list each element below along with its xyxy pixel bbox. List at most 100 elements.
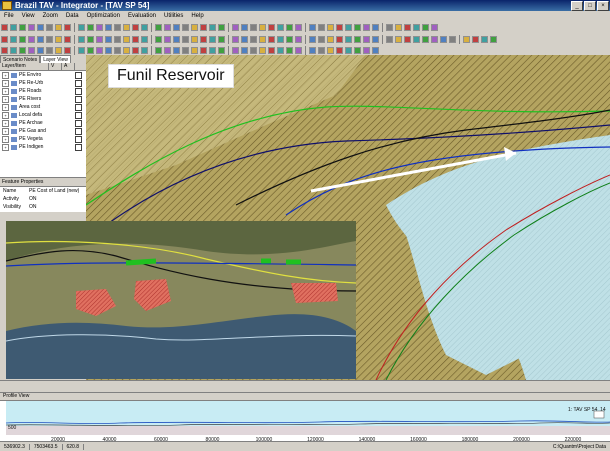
toolbar-button-icon[interactable]	[295, 23, 302, 31]
toolbar-button-icon[interactable]	[354, 46, 361, 54]
toolbar-button-icon[interactable]	[336, 23, 343, 31]
visible-checkbox[interactable]	[75, 79, 82, 87]
visible-checkbox[interactable]	[75, 143, 82, 151]
toolbar-button-icon[interactable]	[241, 23, 248, 31]
toolbar-button-icon[interactable]	[259, 35, 266, 43]
toolbar-button-icon[interactable]	[422, 23, 429, 31]
toolbar-button-icon[interactable]	[182, 23, 189, 31]
toolbar-button-icon[interactable]	[413, 23, 420, 31]
toolbar-button-icon[interactable]	[19, 46, 26, 54]
toolbar-button-icon[interactable]	[105, 35, 112, 43]
layer-row[interactable]: + PE Gas and	[0, 127, 86, 135]
toolbar-button-icon[interactable]	[404, 35, 411, 43]
toolbar-button-icon[interactable]	[10, 35, 17, 43]
toolbar-button-icon[interactable]	[191, 23, 198, 31]
toolbar-button-icon[interactable]	[209, 23, 216, 31]
toolbar-button-icon[interactable]	[46, 35, 53, 43]
layer-row[interactable]: + PE Archae	[0, 119, 86, 127]
tab-scenario-notes[interactable]: Scenario Notes	[0, 55, 41, 63]
tab-layer-view[interactable]: Layer View	[40, 55, 71, 63]
toolbar-button-icon[interactable]	[132, 46, 139, 54]
toolbar-button-icon[interactable]	[123, 23, 130, 31]
toolbar-button-icon[interactable]	[19, 35, 26, 43]
toolbar-button-icon[interactable]	[55, 46, 62, 54]
layer-row[interactable]: + PE Indigen	[0, 143, 86, 151]
toolbar-button-icon[interactable]	[345, 46, 352, 54]
toolbar-button-icon[interactable]	[354, 23, 361, 31]
layer-row[interactable]: + PE Rivers	[0, 95, 86, 103]
toolbar-button-icon[interactable]	[481, 35, 488, 43]
toolbar-button-icon[interactable]	[28, 46, 35, 54]
expand-icon[interactable]: +	[2, 71, 9, 79]
toolbar-button-icon[interactable]	[141, 46, 148, 54]
menu-zoom[interactable]: Zoom	[39, 13, 62, 19]
toolbar-button-icon[interactable]	[46, 46, 53, 54]
toolbar-button-icon[interactable]	[354, 35, 361, 43]
toolbar-button-icon[interactable]	[1, 46, 8, 54]
toolbar-button-icon[interactable]	[336, 46, 343, 54]
expand-icon[interactable]: +	[2, 79, 9, 87]
visible-checkbox[interactable]	[75, 87, 82, 95]
toolbar-button-icon[interactable]	[345, 35, 352, 43]
toolbar-button-icon[interactable]	[241, 46, 248, 54]
toolbar-button-icon[interactable]	[218, 35, 225, 43]
toolbar-button-icon[interactable]	[55, 23, 62, 31]
toolbar-button-icon[interactable]	[395, 23, 402, 31]
layer-row[interactable]: + Local defa	[0, 111, 86, 119]
menu-utilities[interactable]: Utilities	[160, 13, 187, 19]
toolbar-button-icon[interactable]	[345, 23, 352, 31]
toolbar-button-icon[interactable]	[363, 46, 370, 54]
toolbar-button-icon[interactable]	[164, 46, 171, 54]
toolbar-button-icon[interactable]	[241, 35, 248, 43]
toolbar-button-icon[interactable]	[431, 35, 438, 43]
expand-icon[interactable]: +	[2, 95, 9, 103]
toolbar-button-icon[interactable]	[232, 46, 239, 54]
col-active[interactable]: A	[62, 63, 75, 70]
layer-row[interactable]: + PE Vegeta	[0, 135, 86, 143]
toolbar-button-icon[interactable]	[309, 35, 316, 43]
toolbar-button-icon[interactable]	[78, 46, 85, 54]
menu-help[interactable]: Help	[187, 13, 207, 19]
toolbar-button-icon[interactable]	[295, 35, 302, 43]
toolbar-button-icon[interactable]	[327, 35, 334, 43]
toolbar-button-icon[interactable]	[164, 23, 171, 31]
toolbar-button-icon[interactable]	[173, 46, 180, 54]
expand-icon[interactable]: +	[2, 127, 9, 135]
toolbar-button-icon[interactable]	[200, 46, 207, 54]
toolbar-button-icon[interactable]	[386, 35, 393, 43]
toolbar-button-icon[interactable]	[232, 35, 239, 43]
toolbar-button-icon[interactable]	[96, 23, 103, 31]
layer-row[interactable]: + Area cost	[0, 103, 86, 111]
toolbar-button-icon[interactable]	[114, 46, 121, 54]
toolbar-button-icon[interactable]	[105, 23, 112, 31]
toolbar-button-icon[interactable]	[123, 46, 130, 54]
expand-icon[interactable]: +	[2, 143, 9, 151]
toolbar-button-icon[interactable]	[1, 35, 8, 43]
toolbar-button-icon[interactable]	[449, 35, 456, 43]
toolbar-button-icon[interactable]	[286, 35, 293, 43]
menu-view[interactable]: View	[18, 13, 39, 19]
toolbar-button-icon[interactable]	[277, 46, 284, 54]
toolbar-button-icon[interactable]	[327, 46, 334, 54]
toolbar-button-icon[interactable]	[114, 23, 121, 31]
toolbar-button-icon[interactable]	[164, 35, 171, 43]
toolbar-button-icon[interactable]	[309, 23, 316, 31]
toolbar-button-icon[interactable]	[268, 46, 275, 54]
visible-checkbox[interactable]	[75, 103, 82, 111]
toolbar-button-icon[interactable]	[250, 35, 257, 43]
toolbar-button-icon[interactable]	[10, 23, 17, 31]
visible-checkbox[interactable]	[75, 127, 82, 135]
toolbar-button-icon[interactable]	[286, 23, 293, 31]
toolbar-button-icon[interactable]	[490, 35, 497, 43]
toolbar-button-icon[interactable]	[87, 46, 94, 54]
toolbar-button-icon[interactable]	[141, 35, 148, 43]
toolbar-button-icon[interactable]	[64, 46, 71, 54]
toolbar-button-icon[interactable]	[318, 23, 325, 31]
toolbar-button-icon[interactable]	[173, 35, 180, 43]
toolbar-button-icon[interactable]	[250, 46, 257, 54]
toolbar-button-icon[interactable]	[182, 35, 189, 43]
toolbar-button-icon[interactable]	[64, 35, 71, 43]
toolbar-button-icon[interactable]	[372, 46, 379, 54]
expand-icon[interactable]: +	[2, 135, 9, 143]
toolbar-button-icon[interactable]	[395, 35, 402, 43]
